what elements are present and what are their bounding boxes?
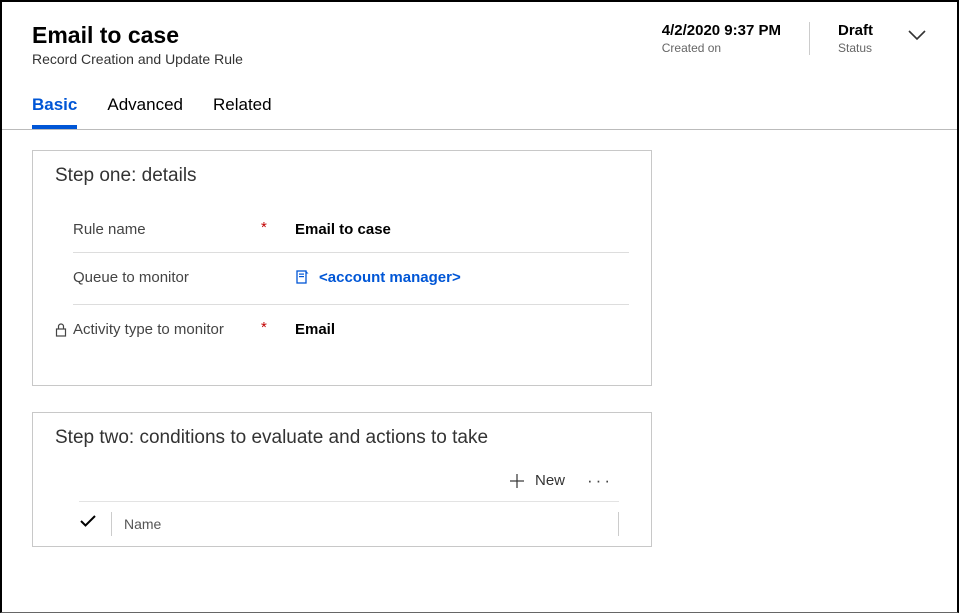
record-header: Email to case Record Creation and Update… <box>2 2 957 130</box>
tab-basic[interactable]: Basic <box>32 95 77 129</box>
tab-related[interactable]: Related <box>213 95 272 129</box>
rule-name-label: Rule name <box>73 221 146 238</box>
content-scroll-area[interactable]: Step one: details Rule name * Email to c… <box>2 130 957 590</box>
subgrid-toolbar: New ··· <box>55 467 619 495</box>
queue-icon <box>295 270 311 286</box>
more-icon: ··· <box>587 471 613 490</box>
required-asterisk-icon: * <box>261 219 275 236</box>
column-name[interactable]: Name <box>111 512 619 536</box>
step-two-card: Step two: conditions to evaluate and act… <box>32 412 652 547</box>
created-on-label: Created on <box>662 41 781 55</box>
queue-row: Queue to monitor <account manager> <box>73 253 629 305</box>
new-button[interactable]: New <box>501 468 573 493</box>
rule-name-row: Rule name * Email to case <box>73 205 629 253</box>
chevron-down-icon[interactable] <box>907 28 927 46</box>
queue-value-wrapper[interactable]: <account manager> <box>275 267 461 290</box>
activity-type-row: Activity type to monitor * Email <box>73 305 629 355</box>
status-label: Status <box>838 41 873 55</box>
lock-icon <box>55 323 67 341</box>
plus-icon <box>509 473 525 489</box>
rule-name-value[interactable]: Email to case <box>275 219 391 238</box>
page-subtitle: Record Creation and Update Rule <box>32 51 662 67</box>
grid-header: Name <box>79 501 619 536</box>
new-button-label: New <box>535 472 565 489</box>
queue-value: <account manager> <box>319 269 461 286</box>
activity-type-value[interactable]: Email <box>275 319 335 338</box>
required-placeholder <box>261 267 275 284</box>
more-actions-button[interactable]: ··· <box>581 467 619 495</box>
created-on-value: 4/2/2020 9:37 PM <box>662 22 781 39</box>
activity-type-label: Activity type to monitor <box>73 321 224 338</box>
status-value: Draft <box>838 22 873 39</box>
step-one-card: Step one: details Rule name * Email to c… <box>32 150 652 386</box>
queue-label: Queue to monitor <box>73 269 189 286</box>
tabs: Basic Advanced Related <box>32 95 927 129</box>
page-title: Email to case <box>32 22 662 49</box>
step-one-title: Step one: details <box>55 165 629 187</box>
required-asterisk-icon: * <box>261 319 275 336</box>
check-icon[interactable] <box>79 514 97 533</box>
step-two-title: Step two: conditions to evaluate and act… <box>55 427 629 449</box>
tab-advanced[interactable]: Advanced <box>107 95 183 129</box>
